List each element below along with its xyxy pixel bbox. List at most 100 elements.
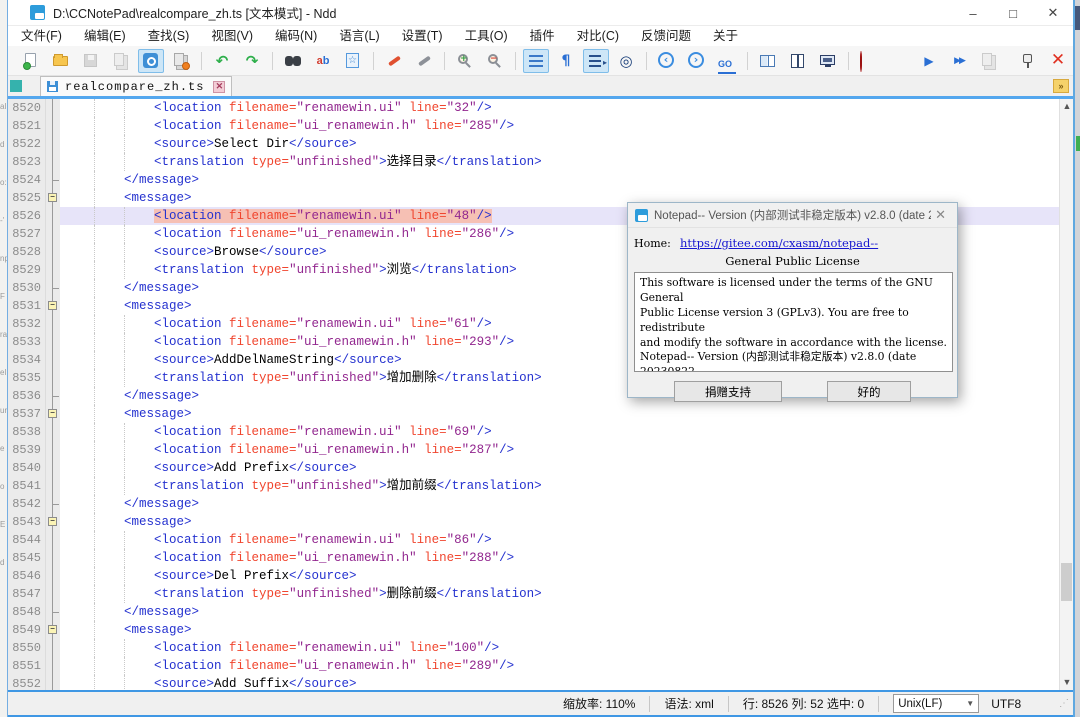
fold-collapse-icon[interactable]: − (48, 193, 57, 202)
code-line-8551[interactable]: <location filename="ui_renamewin.h" line… (60, 657, 1059, 675)
dialog-buttons: 捐赠支持 好的 (634, 381, 951, 402)
tab-realcompare-zh-ts[interactable]: realcompare_zh.ts ✕ (40, 76, 232, 96)
code-line-8541[interactable]: <translation type="unfinished">增加前缀</tra… (60, 477, 1059, 495)
split-window-button[interactable] (755, 49, 781, 73)
code-segment: line= (409, 209, 447, 223)
close-toolbar-button[interactable]: ✕ (1045, 49, 1071, 73)
maximize-button[interactable]: □ (993, 0, 1033, 26)
run-macro-multiple-button[interactable]: ▶▶ (946, 49, 972, 73)
code-line-8538[interactable]: <location filename="renamewin.ui" line="… (60, 423, 1059, 441)
code-line-8522[interactable]: <source>Select Dir</source> (60, 135, 1059, 153)
menu-item-file[interactable]: 文件(F) (10, 26, 73, 46)
focus-mode-button[interactable]: ◎ (613, 49, 639, 73)
dialog-close-icon[interactable]: ✕ (931, 207, 950, 223)
menu-item-settings[interactable]: 设置(T) (391, 26, 454, 46)
menu-item-edit[interactable]: 编辑(E) (73, 26, 137, 46)
zoom-in-button[interactable]: + (452, 49, 478, 73)
redo-button[interactable]: ↷ (239, 49, 265, 73)
close-all-icon (172, 52, 190, 70)
fold-collapse-icon[interactable]: − (48, 409, 57, 418)
dialog-title-bar: Notepad-- Version (内部测试非稳定版本) v2.8.0 (da… (628, 203, 957, 228)
code-line-8544[interactable]: <location filename="renamewin.ui" line="… (60, 531, 1059, 549)
code-line-8524[interactable]: </message> (60, 171, 1059, 189)
ok-button[interactable]: 好的 (827, 381, 911, 402)
menu-item-encoding[interactable]: 编码(N) (264, 26, 328, 46)
play-macro-button[interactable]: ▶ (916, 49, 942, 73)
bookmark-button[interactable]: ☆ (340, 49, 366, 73)
undo-button[interactable]: ↶ (209, 49, 235, 73)
menu-item-language[interactable]: 语言(L) (328, 26, 390, 46)
full-screen-button[interactable] (815, 49, 841, 73)
code-line-8547[interactable]: <translation type="unfinished">删除前缀</tra… (60, 585, 1059, 603)
line-number: 8539 (8, 441, 45, 459)
menu-item-view[interactable]: 视图(V) (200, 26, 264, 46)
indent-guide-button[interactable] (583, 49, 609, 73)
code-line-8520[interactable]: <location filename="renamewin.ui" line="… (60, 99, 1059, 117)
stop-macro-button[interactable] (886, 49, 912, 73)
scroll-down-arrow-icon[interactable]: ▼ (1060, 675, 1074, 690)
menu-item-tools[interactable]: 工具(O) (454, 26, 519, 46)
fold-row: − (46, 513, 60, 531)
vertical-scrollbar[interactable]: ▲ ▼ (1059, 99, 1073, 690)
donate-button[interactable]: 捐赠支持 (674, 381, 782, 402)
code-segment: </source> (289, 461, 357, 475)
show-symbols-button[interactable]: ¶ (553, 49, 579, 73)
menu-item-about[interactable]: 关于 (702, 26, 749, 46)
record-macro-button[interactable] (856, 49, 882, 73)
macro-save-button[interactable] (976, 49, 1002, 73)
fold-collapse-icon[interactable]: − (48, 517, 57, 526)
code-line-8550[interactable]: <location filename="renamewin.ui" line="… (60, 639, 1059, 657)
toolbar-separator (201, 52, 202, 70)
word-wrap-button[interactable] (523, 49, 549, 73)
tab-close-icon[interactable]: ✕ (213, 81, 225, 93)
close-button[interactable]: ✕ (1033, 0, 1073, 26)
tab-overflow-button[interactable]: » (1053, 79, 1069, 93)
background-text-fragment: ra (0, 330, 7, 339)
status-zoom-ratio: 缩放率: 110% (563, 695, 635, 712)
code-line-8539[interactable]: <location filename="ui_renamewin.h" line… (60, 441, 1059, 459)
code-line-8540[interactable]: <source>Add Prefix</source> (60, 459, 1059, 477)
code-segment: Browse (214, 245, 259, 259)
split-vertical-button[interactable] (785, 49, 811, 73)
resize-grip[interactable]: ⋰ (1059, 698, 1069, 709)
pin-button[interactable] (1015, 49, 1041, 73)
code-line-8545[interactable]: <location filename="ui_renamewin.h" line… (60, 549, 1059, 567)
fold-collapse-icon[interactable]: − (48, 625, 57, 634)
code-line-8546[interactable]: <source>Del Prefix</source> (60, 567, 1059, 585)
new-file-button[interactable] (18, 49, 44, 73)
eol-mode-select[interactable]: Unix(LF) ▼ (893, 694, 979, 713)
close-all-button[interactable] (168, 49, 194, 73)
open-folder-button[interactable] (48, 49, 74, 73)
fold-collapse-icon[interactable]: − (48, 301, 57, 310)
code-line-8537[interactable]: <message> (60, 405, 1059, 423)
homepage-link[interactable]: https://gitee.com/cxasm/notepad-- (680, 236, 878, 250)
status-encoding: UTF8 (991, 697, 1021, 711)
code-line-8543[interactable]: <message> (60, 513, 1059, 531)
minimize-button[interactable]: – (953, 0, 993, 26)
menu-item-compare[interactable]: 对比(C) (566, 26, 630, 46)
code-line-8548[interactable]: </message> (60, 603, 1059, 621)
nav-forward-button[interactable]: › (684, 49, 710, 73)
save-button[interactable] (78, 49, 104, 73)
menu-item-plugins[interactable]: 插件 (519, 26, 566, 46)
code-line-8542[interactable]: </message> (60, 495, 1059, 513)
save-all-button[interactable] (108, 49, 134, 73)
code-line-8521[interactable]: <location filename="ui_renamewin.h" line… (60, 117, 1059, 135)
find-button[interactable] (280, 49, 306, 73)
code-line-8549[interactable]: <message> (60, 621, 1059, 639)
nav-back-button[interactable]: ‹ (654, 49, 680, 73)
code-line-8552[interactable]: <source>Add Suffix</source> (60, 675, 1059, 690)
zoom-out-button[interactable]: − (482, 49, 508, 73)
clear-marker-button[interactable] (411, 49, 437, 73)
code-line-8523[interactable]: <translation type="unfinished">选择目录</tra… (60, 153, 1059, 171)
menu-item-search[interactable]: 查找(S) (137, 26, 201, 46)
highlight-marker-button[interactable] (381, 49, 407, 73)
close-document-button[interactable] (138, 49, 164, 73)
code-segment: "unfinished" (289, 263, 379, 277)
scroll-up-arrow-icon[interactable]: ▲ (1060, 99, 1074, 114)
scrollbar-thumb[interactable] (1061, 563, 1072, 601)
goto-line-button[interactable]: GO (714, 49, 740, 73)
menu-item-feedback[interactable]: 反馈问题 (630, 26, 702, 46)
replace-button[interactable]: ab (310, 49, 336, 73)
fold-margin[interactable]: − − − − − (46, 99, 60, 690)
